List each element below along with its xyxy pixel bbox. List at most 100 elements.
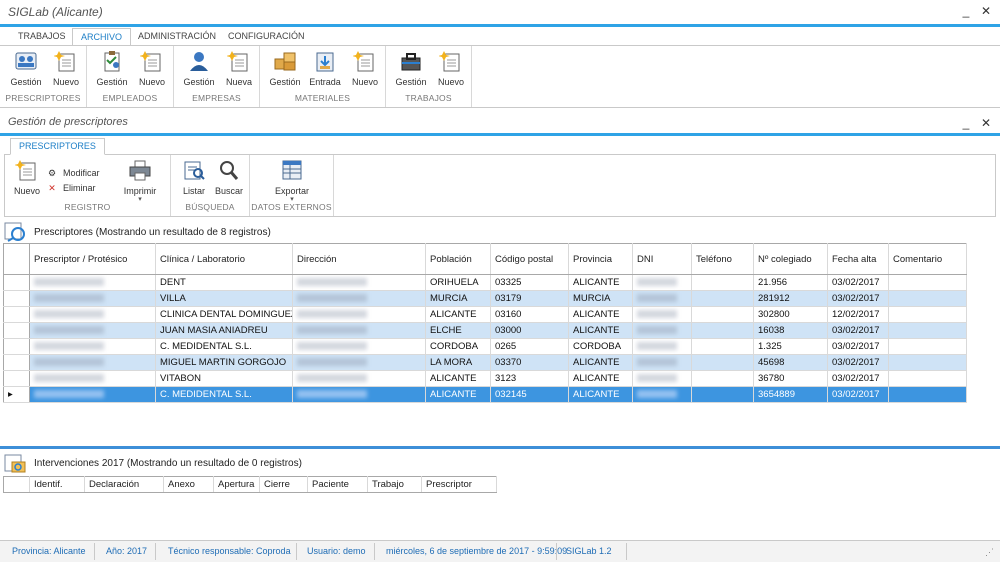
cell-comentario [888, 322, 967, 339]
row-selector[interactable] [3, 354, 30, 371]
col-anexo[interactable]: Anexo [163, 476, 214, 493]
col-trabajo[interactable]: Trabajo [367, 476, 422, 493]
imprimir-button[interactable]: Imprimir ▾ [120, 159, 160, 203]
cell-prescriptor [29, 274, 156, 291]
tab-prescriptores[interactable]: PRESCRIPTORES [10, 138, 105, 155]
new-document-icon [438, 50, 463, 72]
status-version: SIGLab 1.2 [566, 546, 612, 556]
search-icon [217, 159, 241, 181]
group-empresas: Gestión Nueva EMPRESAS [174, 46, 260, 107]
cell-clinica: MIGUEL MARTIN GORGOJO [155, 354, 293, 371]
tab-archivo[interactable]: ARCHIVO [72, 28, 132, 46]
new-document-icon [139, 50, 164, 72]
cell-direccion [292, 338, 426, 355]
empresas-nueva-button[interactable]: Nueva [219, 50, 259, 90]
col-telefono[interactable]: Teléfono [691, 243, 754, 275]
cell-dni [632, 290, 692, 307]
col-cierre[interactable]: Cierre [259, 476, 308, 493]
group-empleados: Gestión Nuevo EMPLEADOS [87, 46, 174, 107]
table-row[interactable]: VITABON ALICANTE 3123 ALICANTE 36780 03/02/20… [3, 370, 967, 387]
cell-prescriptor [29, 370, 156, 387]
col-prescriptor[interactable]: Prescriptor / Protésico [29, 243, 156, 275]
listar-button[interactable]: Listar [174, 159, 214, 199]
eliminar-label: Eliminar [63, 183, 96, 193]
col-clinica[interactable]: Clínica / Laboratorio [155, 243, 293, 275]
exportar-button[interactable]: Exportar ▾ [272, 159, 312, 203]
col-declaracion[interactable]: Declaración [84, 476, 164, 493]
table-row[interactable]: VILLA MURCIA 03179 MURCIA 281912 03/02/2017 [3, 290, 967, 307]
empleados-nuevo-button[interactable]: Nuevo [132, 50, 172, 90]
table-row[interactable]: ▸ C. MEDIDENTAL S.L. ALICANTE 032145 ALICANT… [3, 386, 967, 403]
resize-grip-icon[interactable]: ⋰ [985, 547, 994, 558]
table-row[interactable]: C. MEDIDENTAL S.L. CORDOBA 0265 CORDOBA 1.32… [3, 338, 967, 355]
prescriptores-grid[interactable]: Prescriptor / Protésico Clínica / Labora… [3, 243, 967, 403]
cell-comentario [888, 338, 967, 355]
materiales-gestion-button[interactable]: Gestión [265, 50, 305, 90]
redacted-value [34, 358, 104, 367]
col-codigo-postal[interactable]: Código postal [490, 243, 569, 275]
col-paciente[interactable]: Paciente [307, 476, 368, 493]
row-selector[interactable] [3, 338, 30, 355]
row-selector[interactable] [3, 274, 30, 291]
row-selector[interactable] [3, 370, 30, 387]
tab-administracion[interactable]: ADMINISTRACIÓN [130, 28, 224, 46]
cell-poblacion: ALICANTE [425, 306, 491, 323]
cell-codigo-postal: 032145 [490, 386, 569, 403]
prescriptores-gestion-button[interactable]: Gestión [6, 50, 46, 90]
materiales-nuevo-button[interactable]: Nuevo [345, 50, 385, 90]
cell-dni [632, 338, 692, 355]
empleados-gestion-button[interactable]: Gestión [92, 50, 132, 90]
buscar-button[interactable]: Buscar [209, 159, 249, 199]
table-row[interactable]: DENT ORIHUELA 03325 ALICANTE 21.956 03/02/201… [3, 274, 967, 291]
child-minimize-button[interactable]: _ [958, 115, 974, 131]
col-apertura[interactable]: Apertura [213, 476, 260, 493]
col-colegiado[interactable]: Nº colegiado [753, 243, 828, 275]
cell-colegiado: 45698 [753, 354, 828, 371]
col-fecha-alta[interactable]: Fecha alta [827, 243, 889, 275]
redacted-value [637, 374, 677, 383]
group-busqueda: Listar Buscar BÚSQUEDA [171, 155, 250, 216]
clipboard-user-icon [100, 50, 124, 72]
close-button[interactable]: ✕ [978, 3, 994, 19]
col-prescriptor[interactable]: Prescriptor [421, 476, 497, 493]
child-accent-bar [0, 133, 1000, 136]
empresas-gestion-button[interactable]: Gestión [179, 50, 219, 90]
row-selector[interactable] [3, 290, 30, 307]
cell-direccion [292, 306, 426, 323]
col-direccion[interactable]: Dirección [292, 243, 426, 275]
cell-telefono [691, 322, 754, 339]
table-row[interactable]: JUAN MASIA ANIADREU ELCHE 03000 ALICANTE 160… [3, 322, 967, 339]
row-selector[interactable] [3, 306, 30, 323]
boxes-icon [273, 50, 297, 72]
panel-splitter[interactable] [0, 446, 1000, 449]
trabajos-gestion-button[interactable]: Gestión [391, 50, 431, 90]
table-row[interactable]: CLINICA DENTAL DOMINGUEZ ALICANTE 03160 ALI… [3, 306, 967, 323]
materiales-entrada-button[interactable]: Entrada [305, 50, 345, 90]
cell-clinica: DENT [155, 274, 293, 291]
cell-fecha-alta: 03/02/2017 [827, 322, 889, 339]
trabajos-nuevo-button[interactable]: Nuevo [431, 50, 471, 90]
row-selector[interactable] [3, 322, 30, 339]
col-identif[interactable]: Identif. [29, 476, 85, 493]
prescriptores-nuevo-button[interactable]: Nuevo [46, 50, 86, 90]
interventions-grid[interactable]: Identif. Declaración Anexo Apertura Cier… [3, 476, 497, 493]
tab-trabajos[interactable]: TRABAJOS [10, 28, 74, 46]
toolbox-icon [399, 50, 423, 72]
tab-configuracion[interactable]: CONFIGURACIÓN [220, 28, 313, 46]
grid-title: Prescriptores (Mostrando un resultado de… [34, 227, 271, 238]
col-provincia[interactable]: Provincia [568, 243, 633, 275]
child-titlebar: Gestión de prescriptores _ ✕ [0, 113, 1000, 133]
col-dni[interactable]: DNI [632, 243, 692, 275]
cell-codigo-postal: 3123 [490, 370, 569, 387]
col-poblacion[interactable]: Población [425, 243, 491, 275]
eliminar-button[interactable]: ✕ Eliminar [47, 181, 96, 195]
table-row[interactable]: MIGUEL MARTIN GORGOJO LA MORA 03370 ALICANT… [3, 354, 967, 371]
nuevo-prescriptor-button[interactable]: Nuevo [7, 159, 47, 199]
cell-provincia: ALICANTE [568, 386, 633, 403]
row-selector[interactable]: ▸ [3, 386, 30, 403]
minimize-button[interactable]: _ [958, 3, 974, 19]
child-close-button[interactable]: ✕ [978, 115, 994, 131]
col-comentario[interactable]: Comentario [888, 243, 967, 275]
redacted-value [34, 294, 104, 303]
modificar-button[interactable]: ⚙ Modificar [47, 166, 100, 180]
